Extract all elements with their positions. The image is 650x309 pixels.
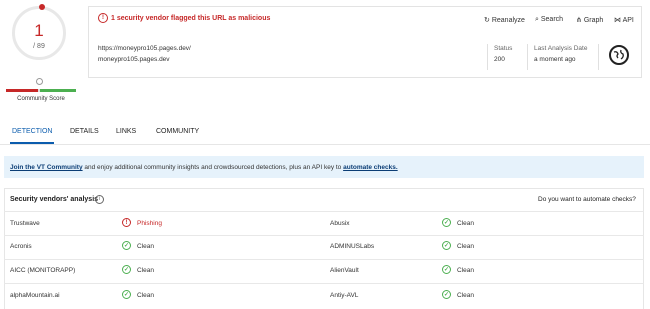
malicious-alert-text: 1 security vendor flagged this URL as ma… — [111, 15, 271, 22]
status-label: Status — [494, 45, 513, 52]
tabs-divider — [0, 144, 650, 145]
check-icon: ✓ — [442, 265, 451, 274]
alert-icon: ! — [98, 13, 108, 23]
check-icon: ✓ — [122, 290, 131, 299]
vendor-result: Clean — [457, 243, 474, 250]
vendor-result: Clean — [457, 267, 474, 274]
vendor-name: AlienVault — [330, 267, 359, 274]
automate-checks-prompt[interactable]: Do you want to automate checks? — [538, 196, 636, 203]
tab-details[interactable]: DETAILS — [70, 128, 99, 135]
divider — [487, 44, 488, 70]
vendor-name: Abusix — [330, 220, 350, 227]
tab-detection[interactable]: DETECTION — [12, 128, 52, 135]
check-icon: ✓ — [442, 218, 451, 227]
table-row — [4, 235, 644, 259]
info-icon[interactable]: i — [95, 195, 104, 204]
vendor-name: Acronis — [10, 243, 32, 250]
vendor-result: Clean — [457, 292, 474, 299]
vendor-result: Phishing — [137, 220, 162, 227]
reanalyze-button[interactable]: ↻ Reanalyze — [484, 16, 525, 24]
scanned-domain[interactable]: moneypro105.pages.dev — [98, 56, 170, 63]
graph-button[interactable]: ⋔ Graph — [576, 16, 603, 24]
community-score-bar — [6, 89, 76, 92]
community-score-marker-icon — [36, 78, 43, 85]
vendor-result: Clean — [137, 243, 154, 250]
community-banner-text: Join the VT Community and enjoy addition… — [10, 164, 398, 171]
search-button[interactable]: ⌕ Search — [535, 16, 563, 24]
reanalyze-icon: ↻ — [484, 17, 490, 24]
vendor-name: Antiy-AVL — [330, 292, 359, 299]
detection-score-ring: 1 / 89 — [12, 4, 66, 60]
tab-community[interactable]: COMMUNITY — [156, 128, 199, 135]
vendor-result: Clean — [457, 220, 474, 227]
table-row — [4, 283, 644, 307]
search-icon: ⌕ — [535, 16, 539, 23]
community-score-label: Community Score — [17, 96, 65, 102]
scanned-url[interactable]: https://moneypro105.pages.dev/ — [98, 45, 191, 52]
divider — [598, 44, 599, 70]
last-analysis-date-label: Last Analysis Date — [534, 45, 588, 52]
join-community-link[interactable]: Join the VT Community — [10, 164, 83, 171]
divider — [527, 44, 528, 70]
graph-label: Graph — [583, 17, 604, 24]
vendor-result: Clean — [137, 292, 154, 299]
api-label: API — [622, 17, 634, 24]
vendor-result: Clean — [137, 267, 154, 274]
check-icon: ✓ — [442, 290, 451, 299]
table-row — [4, 211, 644, 235]
check-icon: ✓ — [442, 241, 451, 250]
api-button[interactable]: ⋈ API — [614, 16, 634, 24]
check-icon: ✓ — [122, 241, 131, 250]
score-indicator-dot — [39, 4, 45, 10]
api-icon: ⋈ — [614, 17, 621, 24]
tab-links[interactable]: LINKS — [116, 128, 136, 135]
reanalyze-label: Reanalyze — [491, 17, 525, 24]
banner-body-text: and enjoy additional community insights … — [82, 164, 344, 171]
engines-total: / 89 — [33, 43, 45, 50]
last-analysis-date-value: a moment ago — [534, 56, 576, 63]
status-value: 200 — [494, 56, 505, 63]
detection-count: 1 — [34, 21, 44, 40]
graph-icon: ⋔ — [576, 17, 582, 24]
automate-checks-link[interactable]: automate checks. — [343, 164, 398, 171]
table-row — [4, 259, 644, 283]
check-icon: ✓ — [122, 265, 131, 274]
globe-icon — [609, 45, 629, 65]
vendor-name: Trustwave — [10, 220, 40, 227]
vendor-name: ADMINUSLabs — [330, 243, 375, 250]
vendor-name: alphaMountain.ai — [10, 292, 60, 299]
alert-icon: ! — [122, 218, 131, 227]
vendors-panel-title: Security vendors' analysis — [10, 196, 99, 203]
search-label: Search — [540, 16, 564, 23]
vendor-name: AICC (MONITORAPP) — [10, 267, 76, 274]
